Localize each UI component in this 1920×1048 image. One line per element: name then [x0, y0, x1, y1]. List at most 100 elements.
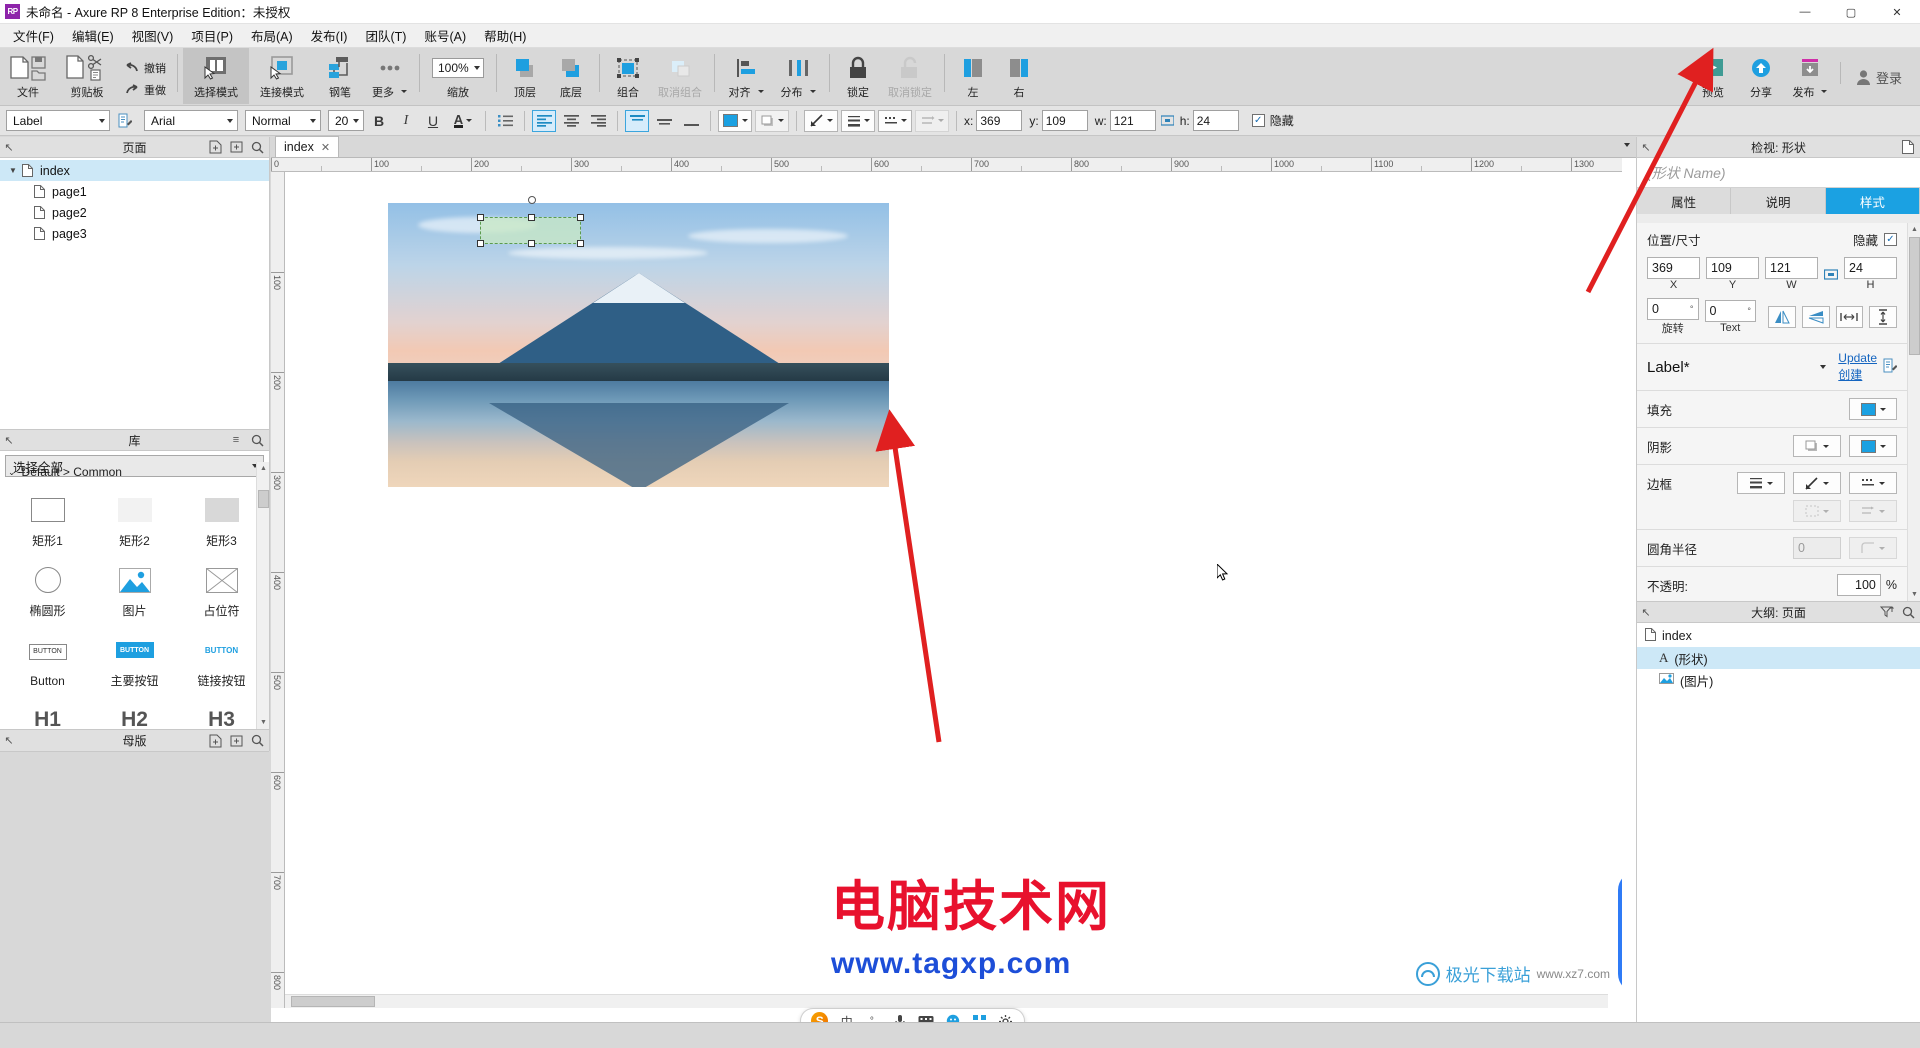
- right-panel-toggle[interactable]: 右: [996, 48, 1042, 104]
- tab-properties[interactable]: 属性: [1637, 188, 1732, 214]
- search-icon[interactable]: [248, 431, 266, 449]
- login-button[interactable]: 登录: [1846, 62, 1912, 92]
- style-name-caret-icon[interactable]: [1820, 365, 1827, 369]
- hamburger-menu-icon[interactable]: ≡: [227, 431, 245, 449]
- add-page-icon[interactable]: [206, 138, 224, 156]
- hidden-checkbox[interactable]: ✓: [1251, 114, 1265, 127]
- resize-handle-s[interactable]: [528, 240, 535, 247]
- corner-radius-input[interactable]: 0: [1793, 537, 1841, 559]
- filter-icon[interactable]: [1878, 603, 1896, 621]
- library-item-rect3[interactable]: 矩形3: [178, 486, 265, 556]
- zoom-control[interactable]: 100% 缩放: [425, 48, 491, 104]
- line-width-button[interactable]: [841, 109, 875, 132]
- outline-item-page[interactable]: index: [1637, 625, 1920, 647]
- font-color-button[interactable]: A: [448, 110, 478, 132]
- tabbar-overflow-caret-icon[interactable]: [1624, 143, 1630, 147]
- design-surface[interactable]: 电脑技术网 www.tagxp.com TAG 极光下载站 www.xz7.co…: [285, 172, 1622, 1008]
- tab-notes[interactable]: 说明: [1731, 188, 1826, 214]
- border-color-button[interactable]: [1793, 472, 1841, 494]
- edit-style-icon[interactable]: [1883, 358, 1898, 376]
- outer-shadow-button[interactable]: [1793, 435, 1841, 457]
- inner-shadow-button[interactable]: [1849, 435, 1897, 457]
- align-button[interactable]: 对齐: [720, 48, 772, 104]
- corner-shape-button[interactable]: [1849, 537, 1897, 559]
- create-style-link[interactable]: 创建: [1838, 366, 1862, 383]
- pen-button[interactable]: 钢笔: [315, 48, 365, 104]
- menu-publish[interactable]: 发布(I): [302, 23, 357, 48]
- inspector-scroll-thumb[interactable]: [1909, 237, 1920, 355]
- border-width-button[interactable]: [1737, 472, 1785, 494]
- file-button[interactable]: 文件: [0, 48, 56, 104]
- align-right-button[interactable]: [586, 110, 610, 132]
- align-horizontal-center-button[interactable]: [1835, 306, 1864, 328]
- collapse-arrow-icon[interactable]: ↖: [1637, 138, 1655, 156]
- distribute-button[interactable]: 分布: [772, 48, 824, 104]
- valign-top-button[interactable]: [625, 109, 649, 132]
- resize-handle-n[interactable]: [528, 214, 535, 221]
- share-button[interactable]: 分享: [1737, 48, 1785, 104]
- shadow-button[interactable]: [755, 109, 789, 132]
- search-icon[interactable]: [1899, 603, 1917, 621]
- inspector-text-rotation-input[interactable]: 0 °: [1704, 300, 1756, 322]
- collapse-arrow-icon[interactable]: ↖: [0, 732, 18, 750]
- library-scroll-thumb[interactable]: [258, 490, 269, 508]
- unlock-button[interactable]: 取消锁定: [881, 48, 939, 104]
- align-center-button[interactable]: [559, 110, 583, 132]
- page-tree-item-page3[interactable]: page3: [0, 223, 269, 244]
- font-weight-select[interactable]: Normal: [245, 110, 321, 131]
- add-master-icon[interactable]: [206, 732, 224, 750]
- x-input[interactable]: 369: [976, 110, 1023, 131]
- arrow-style-button[interactable]: [915, 109, 949, 132]
- publish-button[interactable]: 发布: [1785, 48, 1835, 104]
- bring-front-button[interactable]: 顶层: [502, 48, 548, 104]
- group-button[interactable]: 组合: [605, 48, 651, 104]
- canvas-tab-index[interactable]: index ✕: [275, 136, 340, 157]
- minimize-button[interactable]: —: [1782, 0, 1828, 24]
- border-style-button[interactable]: [1849, 472, 1897, 494]
- library-item-link-button[interactable]: BUTTON 链接按钮: [178, 626, 265, 696]
- collapse-arrow-icon[interactable]: ↖: [1637, 603, 1655, 621]
- library-item-h3[interactable]: H3 三级标题: [178, 696, 265, 729]
- canvas-hscroll-thumb[interactable]: [291, 996, 375, 1007]
- widget-name-input[interactable]: (形状 Name): [1637, 158, 1920, 188]
- maximize-button[interactable]: ▢: [1828, 0, 1874, 24]
- page-note-icon[interactable]: [1899, 138, 1917, 156]
- library-item-button[interactable]: BUTTON Button: [4, 626, 91, 696]
- page-tree-item-page1[interactable]: page1: [0, 181, 269, 202]
- library-item-ellipse[interactable]: 椭圆形: [4, 556, 91, 626]
- edit-style-button[interactable]: [113, 110, 137, 132]
- underline-button[interactable]: U: [421, 110, 445, 132]
- inspector-h-input[interactable]: 24: [1844, 257, 1897, 279]
- line-style-button[interactable]: [878, 109, 912, 132]
- left-panel-toggle[interactable]: 左: [950, 48, 996, 104]
- align-vertical-center-button[interactable]: [1869, 306, 1897, 328]
- italic-button[interactable]: I: [394, 110, 418, 132]
- font-family-select[interactable]: Arial: [144, 110, 238, 131]
- inspector-lock-ratio-button[interactable]: [1824, 267, 1838, 281]
- resize-handle-nw[interactable]: [477, 214, 484, 221]
- close-icon[interactable]: ✕: [321, 141, 330, 154]
- fill-color-button[interactable]: [1849, 398, 1897, 420]
- line-arrow-button[interactable]: [1849, 500, 1897, 522]
- inspector-hidden-checkbox[interactable]: ✓: [1884, 233, 1897, 246]
- add-master-folder-icon[interactable]: [227, 732, 245, 750]
- bold-button[interactable]: B: [367, 110, 391, 132]
- update-style-link[interactable]: Update: [1838, 351, 1877, 365]
- lock-button[interactable]: 锁定: [835, 48, 881, 104]
- valign-bottom-button[interactable]: [679, 110, 703, 132]
- scroll-down-icon[interactable]: ▼: [257, 716, 269, 729]
- undo-button[interactable]: 撤销: [118, 58, 172, 78]
- selected-shape-widget[interactable]: [477, 196, 584, 247]
- hidden-checkbox-group[interactable]: ✓ 隐藏: [1251, 112, 1294, 129]
- menu-account[interactable]: 账号(A): [415, 23, 475, 48]
- h-input[interactable]: 24: [1192, 110, 1239, 131]
- inspector-y-input[interactable]: 109: [1706, 257, 1759, 279]
- resize-handle-ne[interactable]: [577, 214, 584, 221]
- close-button[interactable]: ✕: [1874, 0, 1920, 24]
- library-item-h1[interactable]: H1 一级标题: [4, 696, 91, 729]
- bullet-list-button[interactable]: [493, 110, 517, 132]
- library-item-rect1[interactable]: 矩形1: [4, 486, 91, 556]
- menu-help[interactable]: 帮助(H): [475, 23, 535, 48]
- send-back-button[interactable]: 底层: [548, 48, 594, 104]
- zoom-select[interactable]: 100%: [432, 58, 484, 78]
